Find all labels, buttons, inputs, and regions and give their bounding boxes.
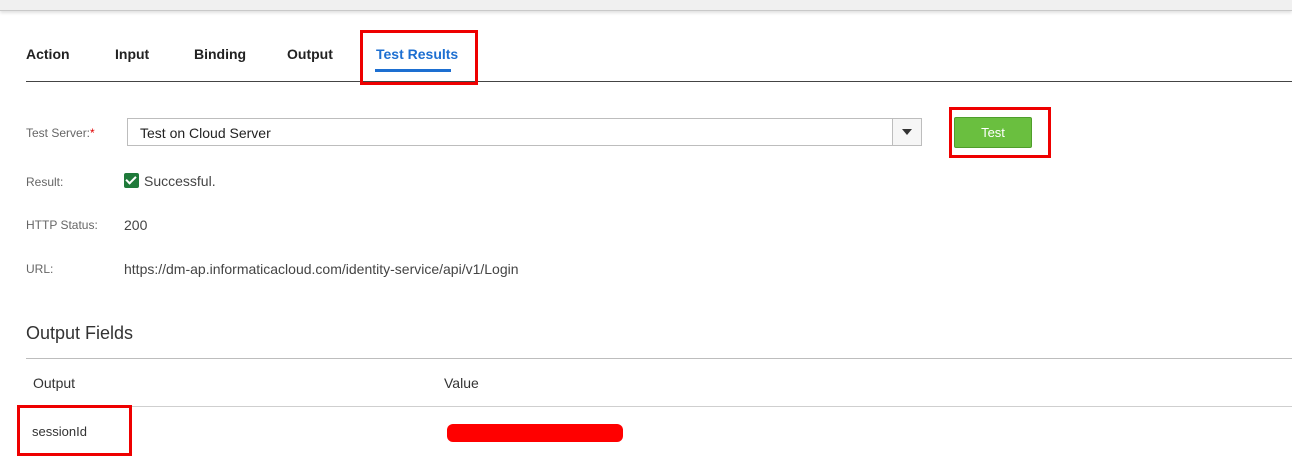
annotation-box-test-button bbox=[949, 107, 1051, 158]
test-server-label-text: Test Server: bbox=[26, 126, 91, 140]
tab-output[interactable]: Output bbox=[287, 46, 333, 62]
test-server-label: Test Server:* bbox=[26, 126, 95, 140]
result-value: Successful. bbox=[144, 173, 216, 189]
redacted-value bbox=[447, 424, 623, 442]
tab-binding[interactable]: Binding bbox=[194, 46, 246, 62]
chevron-down-icon[interactable] bbox=[892, 119, 921, 145]
tab-action[interactable]: Action bbox=[26, 46, 70, 62]
column-header-output: Output bbox=[33, 375, 76, 391]
url-label: URL: bbox=[26, 262, 54, 276]
test-server-select[interactable]: Test on Cloud Server bbox=[127, 118, 922, 146]
table-header-divider bbox=[26, 406, 1292, 407]
output-fields-title: Output Fields bbox=[26, 323, 134, 343]
tab-bar: Action Input Binding Output Test Results bbox=[26, 36, 1292, 82]
http-status-value: 200 bbox=[124, 217, 148, 233]
column-header-value: Value bbox=[444, 375, 479, 391]
checkbox-checked-icon bbox=[124, 173, 139, 188]
required-marker: * bbox=[90, 126, 95, 140]
top-toolbar-strip bbox=[0, 0, 1292, 11]
result-label: Result: bbox=[26, 175, 64, 189]
annotation-box-test-results-tab bbox=[360, 30, 478, 85]
annotation-box-session-id bbox=[17, 405, 132, 456]
tab-input[interactable]: Input bbox=[115, 46, 149, 62]
test-server-selected-value: Test on Cloud Server bbox=[140, 125, 271, 141]
output-fields-divider bbox=[26, 358, 1292, 359]
url-value: https://dm-ap.informaticacloud.com/ident… bbox=[124, 261, 519, 277]
tab-bar-divider bbox=[26, 81, 1292, 82]
http-status-label: HTTP Status: bbox=[26, 218, 98, 232]
